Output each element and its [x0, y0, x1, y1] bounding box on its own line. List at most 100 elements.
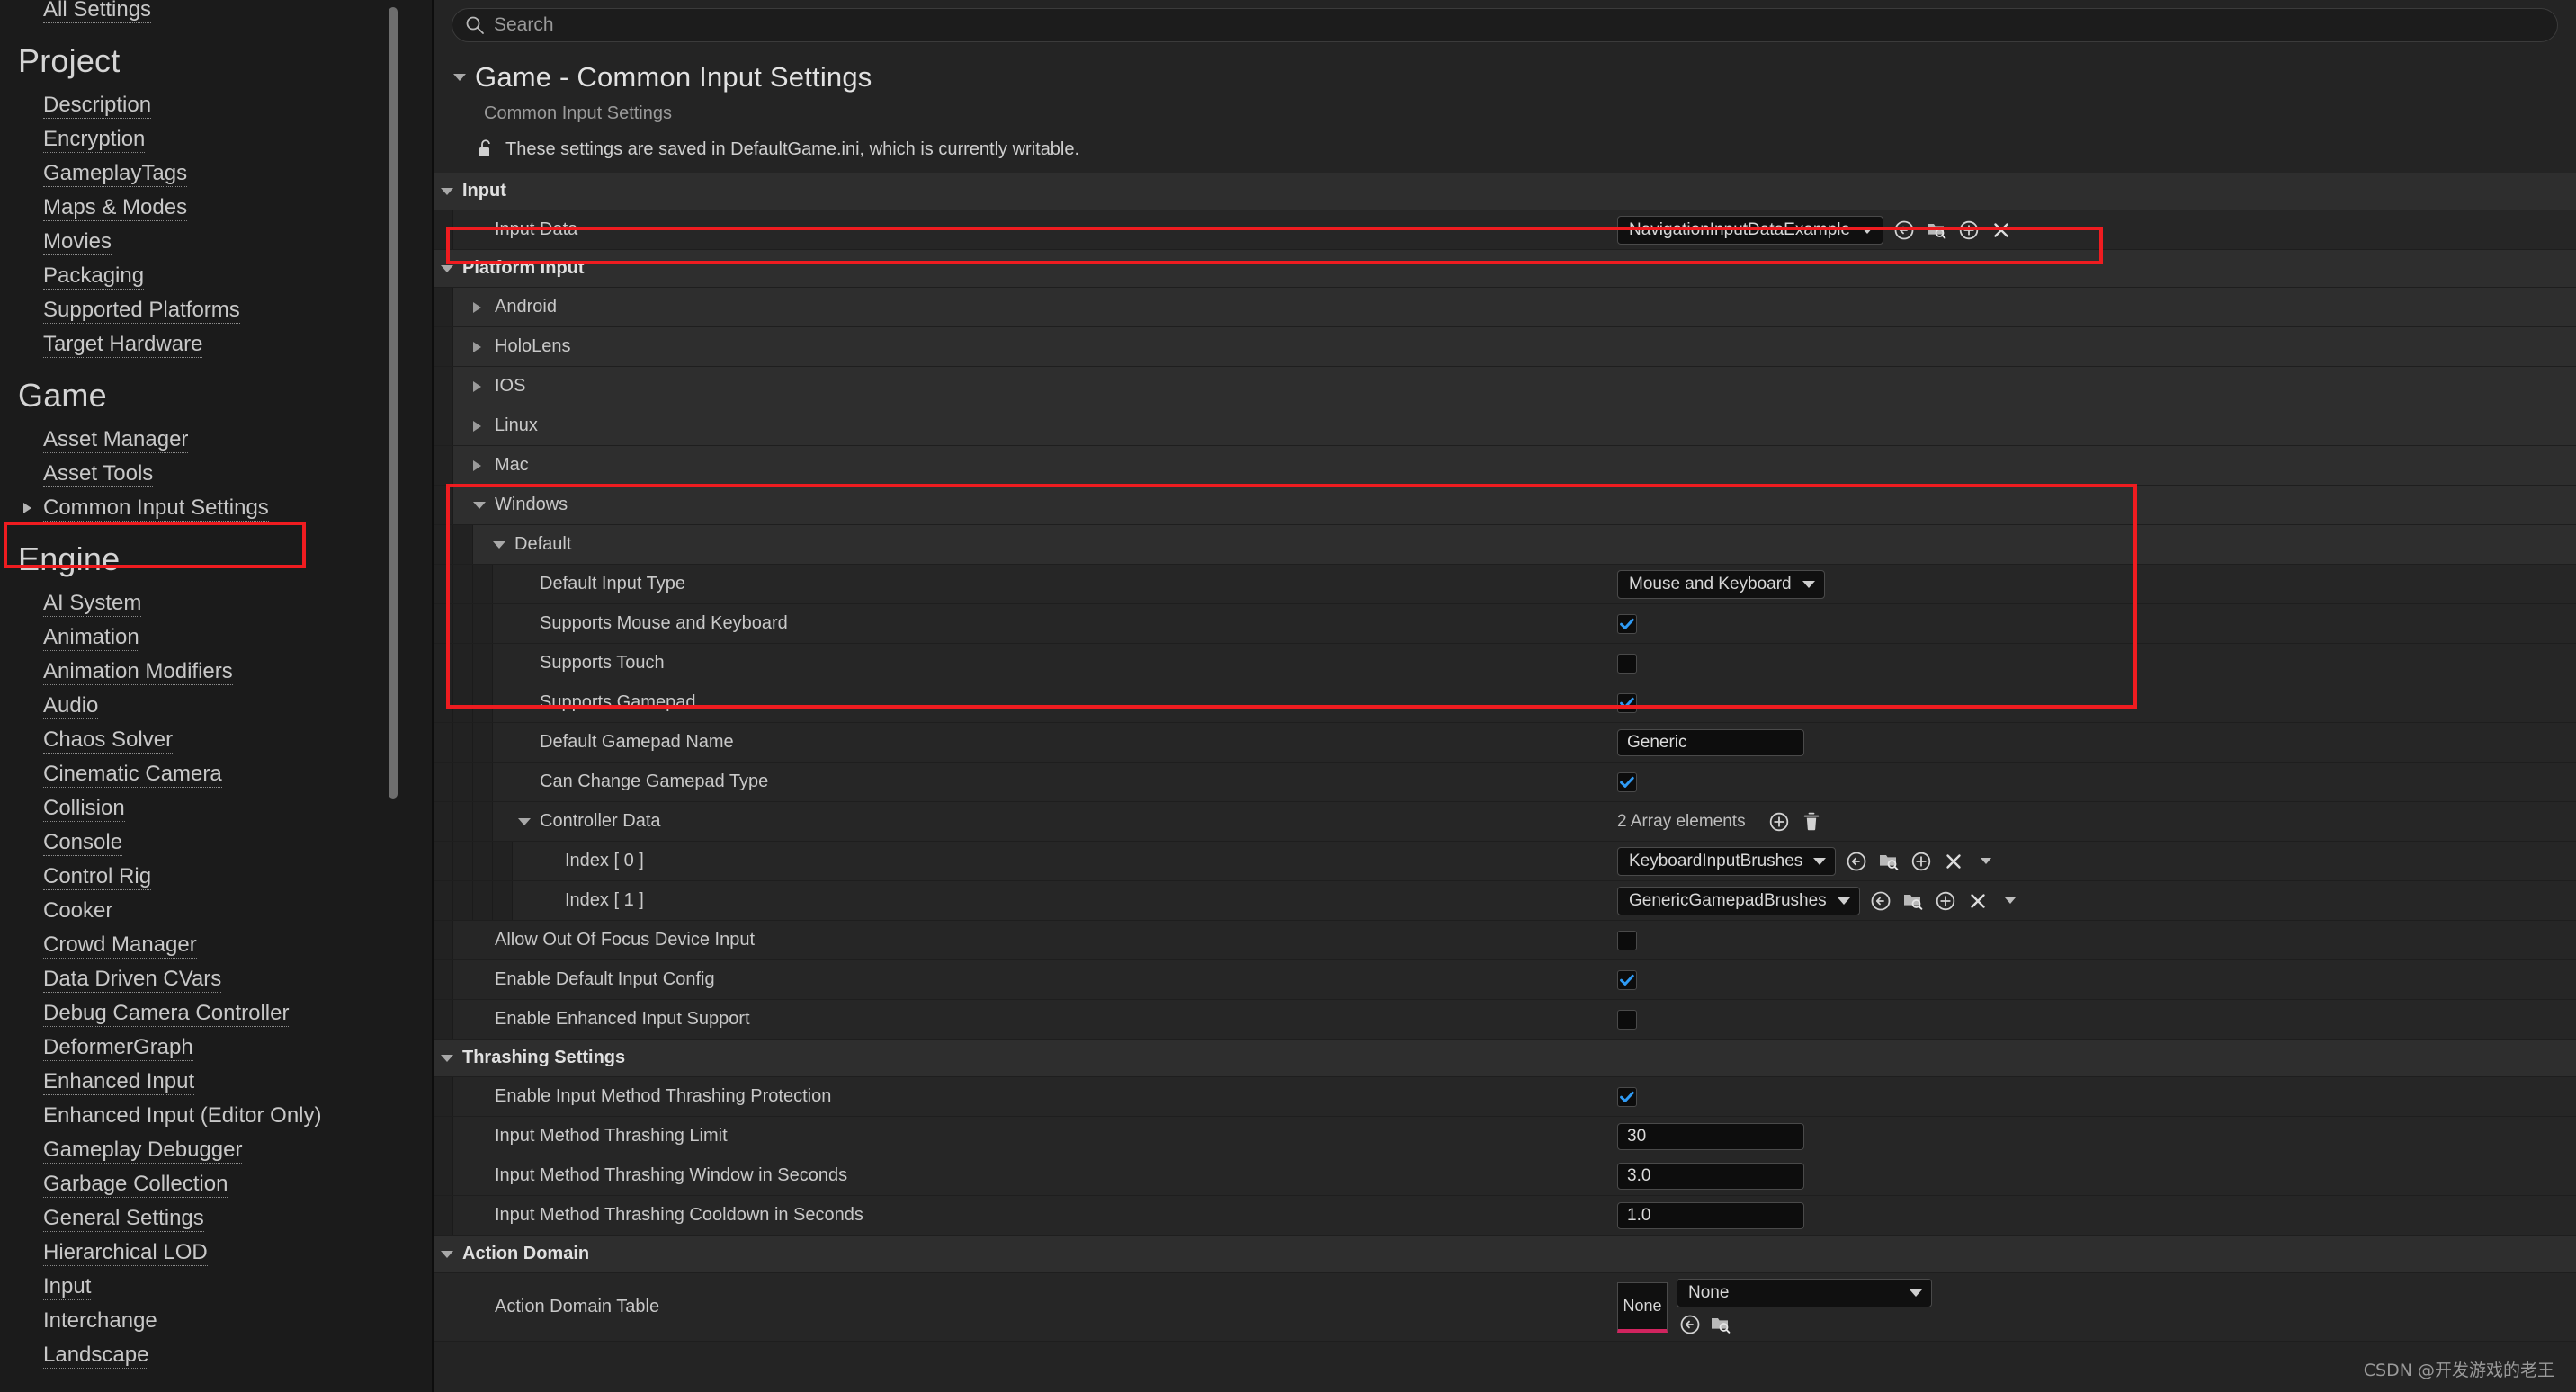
sidebar-item-chaos-solver[interactable]: Chaos Solver — [0, 723, 434, 757]
sidebar-item-interchange[interactable]: Interchange — [0, 1304, 434, 1338]
supports-touch-checkbox[interactable] — [1617, 654, 1637, 674]
chevron-down-icon[interactable] — [473, 502, 486, 509]
sidebar-item-cooker[interactable]: Cooker — [0, 894, 434, 928]
row-default-input-type[interactable]: Default Input TypeMouse and Keyboard — [434, 565, 2576, 604]
sidebar-item-encryption[interactable]: Encryption — [0, 122, 434, 156]
allow-out-of-focus-checkbox[interactable] — [1617, 931, 1637, 950]
sidebar-item-crowd-manager[interactable]: Crowd Manager — [0, 928, 434, 962]
sidebar-item-garbage-collection[interactable]: Garbage Collection — [0, 1167, 434, 1201]
chevron-down-icon[interactable] — [441, 1055, 453, 1062]
row-platform-android[interactable]: Android — [434, 288, 2576, 327]
folder-search-icon[interactable] — [1877, 850, 1901, 873]
sidebar-item-enhanced-input[interactable]: Enhanced Input — [0, 1065, 434, 1099]
row-supports-gamepad[interactable]: Supports Gamepad — [434, 683, 2576, 723]
action-domain-table-dropdown[interactable]: None — [1677, 1279, 1932, 1307]
chevron-right-icon[interactable] — [473, 342, 486, 352]
browse-to-asset-icon[interactable] — [1678, 1313, 1702, 1336]
sidebar-item-all-settings[interactable]: All Settings — [0, 0, 434, 27]
browse-to-asset-icon[interactable] — [1892, 219, 1916, 242]
sidebar-item-enhanced-input-editor-only[interactable]: Enhanced Input (Editor Only) — [0, 1099, 434, 1133]
chevron-right-icon[interactable] — [473, 460, 486, 471]
chevron-down-icon[interactable] — [518, 818, 531, 825]
sidebar-item-animation[interactable]: Animation — [0, 620, 434, 655]
row-input-data[interactable]: Input DataNavigationInputDataExample — [434, 210, 2576, 250]
can-change-gamepad-type-checkbox[interactable] — [1617, 772, 1637, 792]
sidebar-item-hierarchical-lod[interactable]: Hierarchical LOD — [0, 1236, 434, 1270]
sidebar-item-gameplaytags[interactable]: GameplayTags — [0, 156, 434, 191]
sidebar-item-animation-modifiers[interactable]: Animation Modifiers — [0, 655, 434, 689]
row-platform-linux[interactable]: Linux — [434, 406, 2576, 446]
search-input[interactable]: Search — [452, 8, 2558, 42]
row-can-change-gamepad-type[interactable]: Can Change Gamepad Type — [434, 763, 2576, 802]
row-enable-default-input-config[interactable]: Enable Default Input Config — [434, 960, 2576, 1000]
enable-enhanced-input-support-checkbox[interactable] — [1617, 1010, 1637, 1030]
sidebar-item-data-driven-cvars[interactable]: Data Driven CVars — [0, 962, 434, 996]
chevron-right-icon[interactable] — [473, 421, 486, 432]
category-thrashing-settings[interactable]: Thrashing Settings — [434, 1040, 2576, 1077]
row-enable-enhanced-input-support[interactable]: Enable Enhanced Input Support — [434, 1000, 2576, 1040]
sidebar-item-description[interactable]: Description — [0, 88, 434, 122]
sidebar-item-ai-system[interactable]: AI System — [0, 586, 434, 620]
row-platform-windows[interactable]: Windows — [434, 486, 2576, 525]
chevron-down-icon[interactable] — [493, 541, 505, 549]
sidebar-item-movies[interactable]: Movies — [0, 225, 434, 259]
thrashing-window-input[interactable]: 3.0 — [1617, 1163, 1804, 1190]
sidebar-item-deformergraph[interactable]: DeformerGraph — [0, 1031, 434, 1065]
plus-circle-icon[interactable] — [1934, 889, 1957, 913]
sidebar-item-asset-tools[interactable]: Asset Tools — [0, 457, 434, 491]
thrashing-cooldown-input[interactable]: 1.0 — [1617, 1202, 1804, 1229]
row-windows-default[interactable]: Default — [434, 525, 2576, 565]
chevron-right-icon[interactable] — [23, 503, 31, 513]
folder-search-icon[interactable] — [1901, 889, 1925, 913]
row-thrashing-limit[interactable]: Input Method Thrashing Limit30 — [434, 1117, 2576, 1156]
category-input[interactable]: Input — [434, 173, 2576, 210]
folder-search-icon[interactable] — [1709, 1313, 1732, 1336]
delete-array-icon[interactable] — [1800, 810, 1823, 834]
controller-index-0-dropdown[interactable]: KeyboardInputBrushes — [1617, 847, 1836, 876]
row-action-domain-table[interactable]: Action Domain TableNoneNone — [434, 1273, 2576, 1342]
clear-x-icon[interactable] — [1990, 219, 2013, 242]
sidebar-item-console[interactable]: Console — [0, 825, 434, 860]
sidebar-item-cinematic-camera[interactable]: Cinematic Camera — [0, 757, 434, 791]
enable-default-input-config-checkbox[interactable] — [1617, 970, 1637, 990]
row-platform-ios[interactable]: IOS — [434, 367, 2576, 406]
row-platform-mac[interactable]: Mac — [434, 446, 2576, 486]
clear-x-icon[interactable] — [1966, 889, 1990, 913]
category-action-domain[interactable]: Action Domain — [434, 1236, 2576, 1273]
sidebar-scrollbar[interactable] — [389, 7, 398, 799]
clear-x-icon[interactable] — [1942, 850, 1965, 873]
plus-circle-icon[interactable] — [1957, 219, 1981, 242]
sidebar-item-debug-camera-controller[interactable]: Debug Camera Controller — [0, 996, 434, 1031]
sidebar-item-control-rig[interactable]: Control Rig — [0, 860, 434, 894]
chevron-down-icon[interactable] — [1974, 850, 1998, 873]
plus-circle-icon[interactable] — [1910, 850, 1933, 873]
chevron-down-icon[interactable] — [441, 265, 453, 272]
sidebar-item-landscape[interactable]: Landscape — [0, 1338, 434, 1372]
row-allow-out-of-focus-device-input[interactable]: Allow Out Of Focus Device Input — [434, 921, 2576, 960]
sidebar-item-asset-manager[interactable]: Asset Manager — [0, 423, 434, 457]
add-array-element-icon[interactable] — [1767, 810, 1791, 834]
sidebar-item-general-settings[interactable]: General Settings — [0, 1201, 434, 1236]
page-title-row[interactable]: Game - Common Input Settings — [434, 50, 2576, 97]
action-domain-table-thumbnail[interactable]: None — [1617, 1282, 1668, 1333]
row-controller-index-0[interactable]: Index [ 0 ]KeyboardInputBrushes — [434, 842, 2576, 881]
folder-search-icon[interactable] — [1925, 219, 1948, 242]
category-platform-input[interactable]: Platform Input — [434, 250, 2576, 288]
chevron-down-icon[interactable] — [1999, 889, 2022, 913]
sidebar-item-collision[interactable]: Collision — [0, 791, 434, 825]
sidebar-item-audio[interactable]: Audio — [0, 689, 434, 723]
default-gamepad-name-input[interactable]: Generic — [1617, 729, 1804, 756]
sidebar-item-input[interactable]: Input — [0, 1270, 434, 1304]
sidebar-item-target-hardware[interactable]: Target Hardware — [0, 327, 434, 361]
controller-index-1-dropdown[interactable]: GenericGamepadBrushes — [1617, 887, 1860, 915]
sidebar-item-packaging[interactable]: Packaging — [0, 259, 434, 293]
sidebar-item-supported-platforms[interactable]: Supported Platforms — [0, 293, 434, 327]
chevron-down-icon[interactable] — [441, 188, 453, 195]
row-thrashing-window[interactable]: Input Method Thrashing Window in Seconds… — [434, 1156, 2576, 1196]
row-enable-thrashing-protection[interactable]: Enable Input Method Thrashing Protection — [434, 1077, 2576, 1117]
sidebar-item-maps-modes[interactable]: Maps & Modes — [0, 191, 434, 225]
row-supports-touch[interactable]: Supports Touch — [434, 644, 2576, 683]
chevron-down-icon[interactable] — [441, 1251, 453, 1258]
default-input-type-dropdown[interactable]: Mouse and Keyboard — [1617, 570, 1825, 599]
browse-to-asset-icon[interactable] — [1869, 889, 1892, 913]
